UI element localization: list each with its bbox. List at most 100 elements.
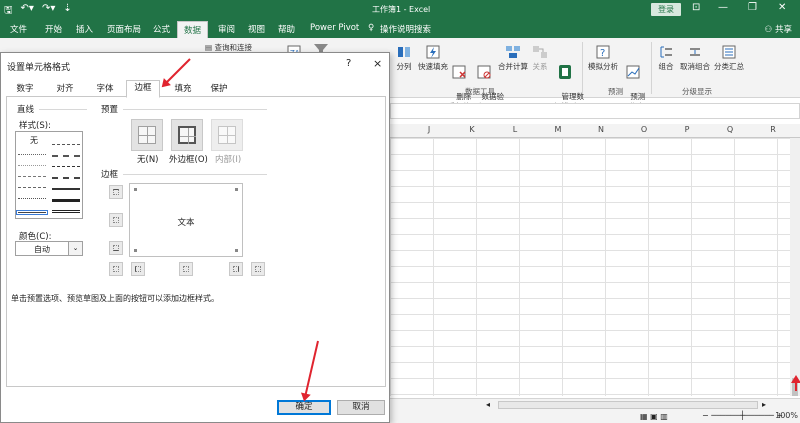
column-header[interactable]: J — [408, 125, 450, 134]
column-header[interactable]: L — [494, 125, 536, 134]
border-middle-vertical-button[interactable] — [179, 262, 193, 276]
customize-qat-icon[interactable]: ⇣ — [63, 3, 71, 20]
tab-data[interactable]: 数据 — [177, 21, 209, 38]
line-style-option[interactable] — [18, 154, 46, 155]
border-top-button[interactable] — [109, 185, 123, 199]
column-header[interactable]: M — [537, 125, 579, 134]
column-header[interactable]: N — [580, 125, 622, 134]
line-style-option[interactable] — [52, 166, 80, 167]
zoom-level[interactable]: 100% — [775, 411, 798, 420]
zoom-slider[interactable]: − ──────┼────── + — [702, 411, 783, 420]
preset-none-button[interactable] — [131, 119, 163, 151]
line-style-list[interactable]: 无 — [15, 131, 83, 219]
border-middle-horizontal-button[interactable] — [109, 213, 123, 227]
column-header[interactable]: R — [752, 125, 794, 134]
formula-bar[interactable] — [390, 103, 800, 119]
column-header[interactable]: K — [451, 125, 493, 134]
tab-view[interactable]: 视图 — [248, 23, 265, 35]
dialog-tab-border[interactable]: 边框 — [126, 80, 160, 98]
line-style-option-selected[interactable] — [16, 210, 48, 215]
window-title: 工作簿1 - Excel — [372, 5, 431, 14]
border-left-button[interactable] — [131, 262, 145, 276]
ok-button[interactable]: 确定 — [277, 400, 331, 415]
restore-icon[interactable]: ❐ — [748, 2, 757, 13]
save-icon[interactable]: 🖫 — [4, 3, 13, 20]
consolidate-button[interactable]: 合并计算 — [496, 44, 530, 72]
dialog-close-icon[interactable]: × — [373, 57, 382, 70]
tab-page-layout[interactable]: 页面布局 — [107, 23, 141, 35]
line-section-label: 直线 — [17, 105, 35, 115]
group-button[interactable]: 组合 — [656, 44, 676, 72]
line-style-option[interactable] — [52, 177, 80, 179]
text-to-columns-button[interactable]: 分列 — [394, 44, 414, 72]
relationships-icon — [533, 46, 547, 58]
divider — [123, 109, 267, 110]
cancel-button[interactable]: 取消 — [337, 400, 385, 415]
dialog-tab-number[interactable]: 数字 — [10, 82, 40, 97]
text-to-columns-icon — [398, 47, 410, 57]
ungroup-button[interactable]: 取消组合 — [678, 44, 712, 72]
relationships-button[interactable]: 关系 — [530, 44, 550, 72]
preset-none-icon — [138, 126, 156, 144]
line-style-option[interactable] — [52, 144, 80, 145]
flash-fill-button[interactable]: 快速填充 — [416, 44, 450, 72]
chevron-down-icon[interactable]: ⌄ — [68, 242, 82, 255]
what-if-analysis-button[interactable]: ? 模拟分析 — [586, 44, 620, 72]
tab-home[interactable]: 开始 — [45, 23, 62, 35]
scroll-left-icon[interactable]: ◂ — [486, 400, 490, 409]
line-style-option[interactable] — [18, 176, 46, 177]
tab-file[interactable]: 文件 — [10, 23, 27, 35]
minimize-icon[interactable]: — — [718, 2, 728, 13]
preset-outline-button[interactable] — [171, 119, 203, 151]
vertical-scrollbar[interactable] — [790, 138, 800, 396]
preset-inside-label: 内部(I) — [215, 155, 242, 165]
login-button[interactable]: 登录 — [651, 3, 681, 16]
worksheet-grid[interactable] — [390, 138, 790, 396]
subtotal-button[interactable]: 分类汇总 — [712, 44, 746, 72]
tab-insert[interactable]: 插入 — [76, 23, 93, 35]
horizontal-scroll-thumb[interactable] — [498, 401, 758, 409]
dialog-tab-alignment[interactable]: 对齐 — [50, 82, 80, 97]
line-style-option[interactable] — [18, 198, 46, 199]
tab-review[interactable]: 审阅 — [218, 23, 235, 35]
line-style-option[interactable] — [52, 199, 80, 202]
border-diagonal-down-button[interactable] — [251, 262, 265, 276]
ribbon-display-icon[interactable]: ⊡ — [692, 2, 700, 13]
line-style-option[interactable] — [52, 155, 80, 157]
undo-icon[interactable]: ↶▾ — [21, 3, 34, 20]
redo-icon[interactable]: ↷▾ — [42, 3, 55, 20]
share-button[interactable]: ⚇ 共享 — [765, 23, 792, 35]
line-style-option[interactable] — [18, 165, 46, 166]
query-label: 查询和连接 — [214, 43, 252, 52]
border-color-select[interactable]: 自动 ⌄ — [15, 241, 83, 256]
tell-me-search[interactable]: 操作说明搜索 — [380, 23, 431, 35]
line-style-none[interactable]: 无 — [30, 135, 38, 146]
tab-formulas[interactable]: 公式 — [153, 23, 170, 35]
forecast-icon — [626, 65, 640, 79]
dialog-tab-fill[interactable]: 填充 — [168, 82, 198, 97]
dialog-tab-font[interactable]: 字体 — [90, 82, 120, 97]
column-header[interactable]: O — [623, 125, 665, 134]
border-right-button[interactable] — [229, 262, 243, 276]
view-mode-icons[interactable]: ▦ ▣ ▥ — [640, 412, 668, 421]
border-bottom-button[interactable] — [109, 241, 123, 255]
tab-help[interactable]: 帮助 — [278, 23, 295, 35]
column-header[interactable]: Q — [709, 125, 751, 134]
group-label: 组合 — [658, 62, 674, 71]
ungroup-icon — [690, 48, 700, 56]
border-preview[interactable]: 文本 — [129, 183, 243, 257]
tab-power-pivot[interactable]: Power Pivot — [310, 23, 359, 33]
scroll-right-icon[interactable]: ▸ — [762, 400, 766, 409]
column-header[interactable]: P — [666, 125, 708, 134]
horizontal-scrollbar[interactable]: ◂ ▸ — [390, 398, 800, 411]
style-label: 样式(S): — [19, 121, 51, 131]
border-inside-vertical-icon — [183, 266, 189, 272]
dialog-tab-protection[interactable]: 保护 — [204, 82, 234, 97]
preset-inside-button[interactable] — [211, 119, 243, 151]
help-icon[interactable]: ? — [346, 58, 351, 69]
close-window-icon[interactable]: ✕ — [778, 2, 786, 13]
border-diagonal-up-button[interactable] — [109, 262, 123, 276]
line-style-option[interactable] — [52, 210, 80, 213]
line-style-option[interactable] — [52, 188, 80, 190]
line-style-option[interactable] — [18, 187, 46, 188]
